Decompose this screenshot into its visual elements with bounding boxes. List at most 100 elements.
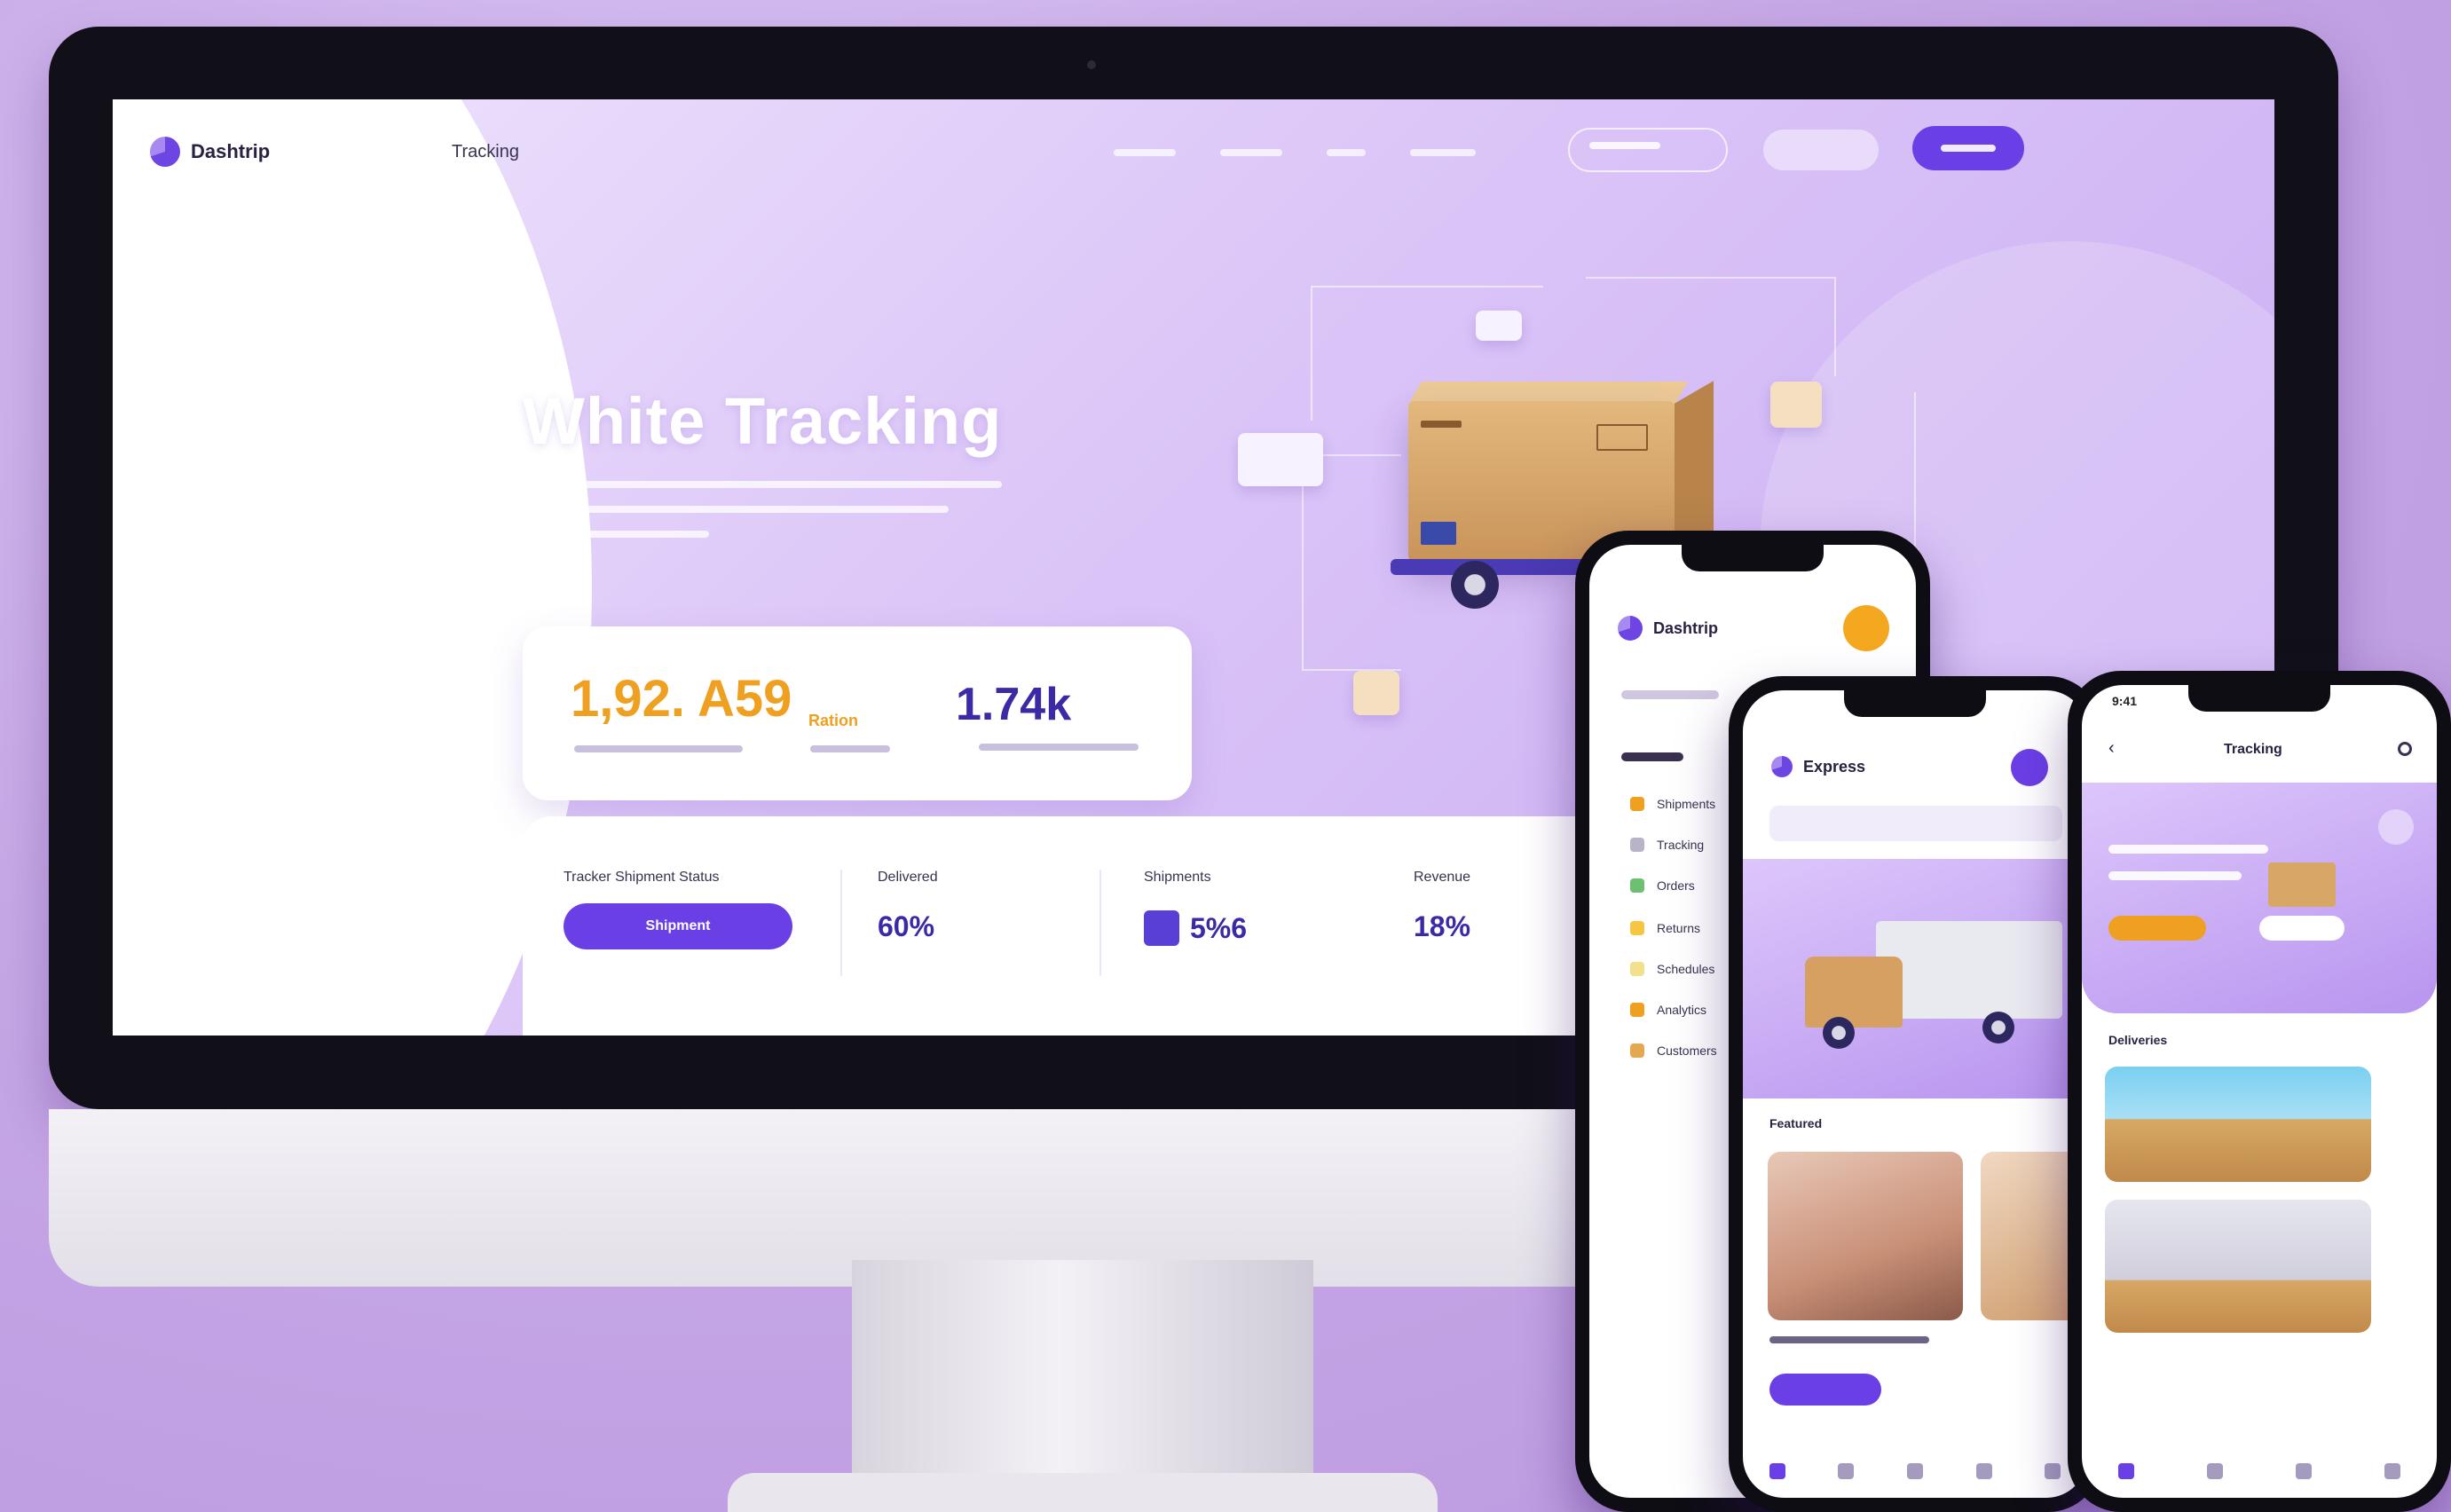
panel-label: Revenue	[1414, 870, 1471, 885]
truck-trailer	[1876, 921, 2062, 1019]
floating-card	[1353, 671, 1399, 715]
floating-card	[1476, 311, 1522, 341]
list-item[interactable]: Orders	[1630, 878, 1695, 893]
box-icon[interactable]	[1838, 1463, 1855, 1479]
phone-2-screen: Express Featured	[1743, 690, 2087, 1498]
section-label	[1621, 752, 1683, 761]
track-button[interactable]	[2108, 916, 2206, 941]
back-icon[interactable]: ‹	[2108, 738, 2115, 759]
warehouse-photo[interactable]	[2105, 1067, 2371, 1182]
search-field[interactable]	[1621, 690, 1719, 699]
list-item[interactable]: Customers	[1630, 1043, 1717, 1058]
stat-caption	[810, 745, 890, 752]
list-item[interactable]: Analytics	[1630, 1003, 1706, 1017]
details-button[interactable]	[2259, 916, 2345, 941]
list-item[interactable]: Shipments	[1630, 797, 1715, 811]
list-item[interactable]: Returns	[1630, 921, 1700, 935]
stat-secondary-value: 1.74k	[956, 679, 1072, 730]
signup-button[interactable]	[1912, 126, 2024, 170]
panel-label: Shipments	[1144, 870, 1211, 885]
nav-link-tracking[interactable]: Tracking	[452, 142, 519, 162]
box-icon	[1630, 797, 1644, 811]
stat-primary-value: 1,92. A59	[571, 670, 792, 728]
hero-text	[2108, 845, 2268, 854]
logo-icon	[150, 137, 180, 167]
shipment-button[interactable]: Shipment	[563, 903, 792, 949]
map-icon[interactable]	[1906, 1463, 1923, 1479]
app-header: Express	[1771, 756, 1865, 777]
user-icon[interactable]	[2384, 1463, 2400, 1479]
list-item-label: Tracking	[1657, 838, 1705, 852]
hero-text	[2108, 871, 2242, 880]
monitor-foot	[728, 1473, 1438, 1512]
app-title: Tracking	[2224, 742, 2282, 757]
nav-links	[1114, 142, 1476, 156]
network-line	[1302, 454, 1401, 671]
phone-notch	[2188, 685, 2330, 712]
nav-link[interactable]	[1220, 149, 1282, 156]
list-item-label: Orders	[1657, 878, 1695, 893]
home-icon[interactable]	[2118, 1463, 2134, 1479]
section-label: Deliveries	[2108, 1033, 2168, 1047]
phone-notch	[1682, 545, 1824, 571]
stats-card: 1,92. A59 Ration 1.74k	[523, 626, 1192, 800]
hero-banner	[2082, 783, 2437, 1013]
settings-icon[interactable]	[2398, 742, 2412, 756]
document-icon	[1144, 910, 1179, 946]
app-header: Dashtrip	[1618, 616, 1718, 641]
brand[interactable]: Dashtrip	[150, 137, 270, 167]
nav-link[interactable]	[1327, 149, 1366, 156]
stat-caption	[574, 745, 743, 752]
panel-value: 5%6	[1190, 911, 1248, 944]
divider	[840, 870, 842, 976]
return-icon	[1630, 921, 1644, 935]
chat-icon[interactable]	[1975, 1463, 1992, 1479]
view-button[interactable]	[1769, 1374, 1881, 1406]
section-label: Featured	[1769, 1116, 1823, 1130]
floating-card	[1770, 382, 1822, 428]
search-input[interactable]	[1568, 128, 1728, 172]
phone-2: Express Featured	[1729, 676, 2101, 1512]
truck-photo[interactable]	[2105, 1200, 2371, 1333]
dropdown-field[interactable]	[1769, 806, 2062, 841]
panel-col-delivered: Delivered 60%	[878, 870, 938, 943]
bell-icon[interactable]	[2296, 1463, 2312, 1479]
chart-icon	[1630, 1003, 1644, 1017]
home-icon[interactable]	[1769, 1463, 1785, 1479]
panel-label: Tracker Shipment Status	[563, 870, 720, 885]
panel-value-row: 5%6	[1144, 910, 1247, 946]
pin-icon[interactable]	[2207, 1463, 2223, 1479]
hero-white-curve	[113, 99, 592, 1036]
user-icon	[1630, 1043, 1644, 1058]
truck-icon	[1805, 957, 1903, 1028]
avatar[interactable]	[2378, 809, 2414, 845]
nav-link[interactable]	[1114, 149, 1176, 156]
login-button[interactable]	[1763, 130, 1879, 170]
nav-link[interactable]	[1410, 149, 1476, 156]
wheel-icon	[1982, 1012, 2014, 1043]
panel-col-status: Tracker Shipment Status Shipment	[563, 870, 792, 949]
phone-notch	[1844, 690, 1986, 717]
panel-col-revenue: Revenue 18%	[1414, 870, 1470, 943]
panel-value: 18%	[1414, 910, 1471, 942]
people-photo[interactable]	[1768, 1152, 1963, 1320]
list-item[interactable]: Tracking	[1630, 838, 1704, 852]
hero-description	[523, 481, 1002, 555]
floating-card	[1238, 433, 1323, 486]
list-item[interactable]: Schedules	[1630, 962, 1714, 976]
wheel-icon	[1451, 561, 1499, 609]
top-navbar: Dashtrip Tracking	[113, 99, 2274, 206]
webcam-icon	[1087, 60, 1096, 69]
user-icon[interactable]	[2045, 1463, 2061, 1479]
tab-bar	[2082, 1445, 2437, 1498]
panel-col-shipments: Shipments 5%6	[1144, 870, 1247, 946]
search-button[interactable]	[2011, 749, 2048, 786]
status-time: 9:41	[2112, 694, 2138, 708]
phone-3: 9:41 ‹ Tracking Deliveries	[2068, 671, 2451, 1512]
stat-caption	[979, 744, 1139, 751]
list-item-label: Customers	[1657, 1043, 1717, 1058]
list-item-label: Schedules	[1657, 962, 1715, 976]
photo-caption	[1769, 1336, 1929, 1343]
notification-button[interactable]	[1843, 605, 1889, 651]
divider	[1099, 870, 1101, 976]
